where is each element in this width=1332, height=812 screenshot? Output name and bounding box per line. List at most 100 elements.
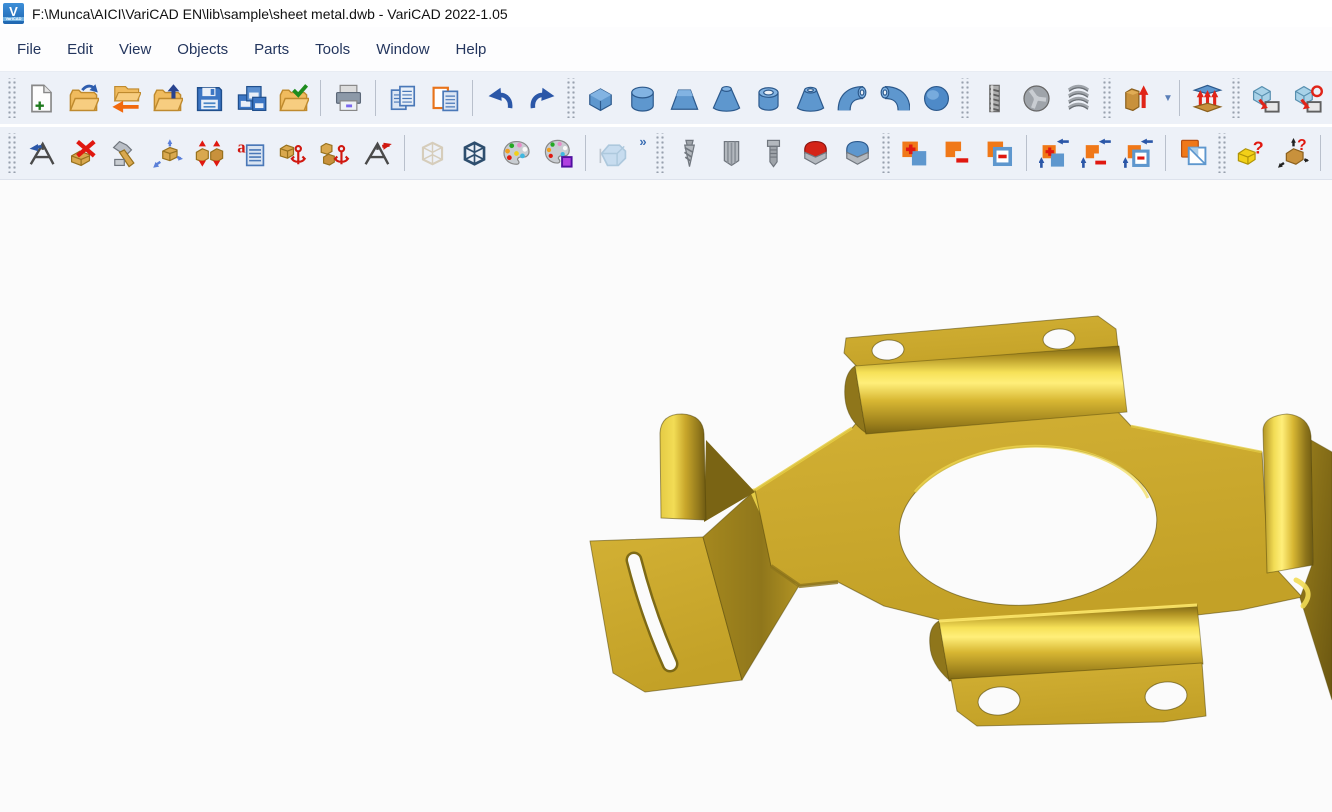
toolbar-drag-handle[interactable]: [880, 133, 890, 173]
viewport-3d[interactable]: [0, 180, 1332, 812]
undo-icon[interactable]: [482, 77, 518, 119]
menu-item-window[interactable]: Window: [363, 35, 442, 64]
spring-solid-icon[interactable]: [1060, 77, 1096, 119]
bool-union-move-icon[interactable]: [1036, 132, 1072, 174]
menu-item-parts[interactable]: Parts: [241, 35, 302, 64]
elbow-solid-icon[interactable]: [834, 77, 870, 119]
solid-to-view-edit-icon[interactable]: [1289, 77, 1325, 119]
bool-cut-inner-icon[interactable]: [981, 132, 1017, 174]
insert-solid-icon[interactable]: [23, 132, 59, 174]
toolbar-drag-handle[interactable]: [1230, 78, 1240, 118]
mill-icon[interactable]: [713, 132, 749, 174]
redo-icon[interactable]: [524, 77, 560, 119]
palette-icon[interactable]: [498, 132, 534, 174]
bool-cut-inner-move-icon[interactable]: [1120, 132, 1156, 174]
prism-solid-icon[interactable]: [666, 77, 702, 119]
svg-text:?: ?: [1297, 138, 1306, 154]
paste-icon[interactable]: [427, 77, 463, 119]
toolbar-drag-handle[interactable]: [6, 133, 16, 173]
toolbar-separator: [320, 80, 321, 116]
anchor-group-icon[interactable]: [317, 132, 353, 174]
pipe-bend-solid-icon[interactable]: [876, 77, 912, 119]
title-bar: VVariCAD F:\Munca\AICI\VariCAD EN\lib\sa…: [0, 0, 1332, 27]
menu-item-view[interactable]: View: [106, 35, 164, 64]
save-ok-icon[interactable]: [275, 77, 311, 119]
toolbar-drag-handle[interactable]: [1101, 78, 1111, 118]
part-right-arm: [1263, 414, 1332, 700]
bool-cut-move-icon[interactable]: [1078, 132, 1114, 174]
measure-solid-icon[interactable]: ?: [1275, 132, 1311, 174]
print-icon[interactable]: [330, 77, 366, 119]
edit-solid-icon[interactable]: [107, 132, 143, 174]
thread-solid-icon[interactable]: [976, 77, 1012, 119]
toolbar-drag-handle[interactable]: [565, 78, 575, 118]
tube-solid-icon[interactable]: [750, 77, 786, 119]
anchor-solid-icon[interactable]: [275, 132, 311, 174]
toolbar-overflow-chevron[interactable]: »: [634, 132, 652, 174]
menu-item-objects[interactable]: Objects: [164, 35, 241, 64]
part-central-plate: [755, 412, 1302, 620]
menu-item-tools[interactable]: Tools: [302, 35, 363, 64]
toolbar-separator: [375, 80, 376, 116]
sheet-metal-part: [0, 180, 1332, 812]
import-file-icon[interactable]: [149, 77, 185, 119]
palette-pick-icon[interactable]: [540, 132, 576, 174]
wire-box-dark-icon[interactable]: [456, 132, 492, 174]
cone-solid-icon[interactable]: [708, 77, 744, 119]
menu-item-file[interactable]: File: [4, 35, 54, 64]
toolbar-separator: [472, 80, 473, 116]
window-title: F:\Munca\AICI\VariCAD EN\lib\sample\shee…: [32, 6, 508, 22]
toolbar-drag-handle[interactable]: [959, 78, 969, 118]
solid-to-view-icon[interactable]: [1247, 77, 1283, 119]
extrude-dropdown-arrow[interactable]: ▼: [1157, 77, 1173, 119]
bolt-icon[interactable]: [755, 132, 791, 174]
revert-file-icon[interactable]: [107, 77, 143, 119]
reorder-solids-icon[interactable]: [191, 132, 227, 174]
toolbar-separator: [1026, 135, 1027, 171]
remove-solid-icon[interactable]: [359, 132, 395, 174]
drill-icon[interactable]: [671, 132, 707, 174]
delete-solid-icon[interactable]: [65, 132, 101, 174]
hollow-cone-solid-icon[interactable]: [792, 77, 828, 119]
toolbar-drag-handle[interactable]: [1216, 133, 1226, 173]
attributes-icon[interactable]: a: [233, 132, 269, 174]
save-all-icon[interactable]: [233, 77, 269, 119]
move-solid-icon[interactable]: [149, 132, 185, 174]
cylinder-solid-icon[interactable]: [624, 77, 660, 119]
toolbar-separator: [585, 135, 586, 171]
new-file-icon[interactable]: [23, 77, 59, 119]
svg-text:?: ?: [1252, 138, 1263, 158]
toolbar-separator: [1320, 135, 1321, 171]
copy-icon[interactable]: [385, 77, 421, 119]
bend-red-icon[interactable]: [797, 132, 833, 174]
toolbar-drag-handle[interactable]: [654, 133, 664, 173]
toolbar-separator: [404, 135, 405, 171]
toolbar-area: ▼ a »??: [0, 72, 1332, 180]
box-solid-icon[interactable]: [582, 77, 618, 119]
toolbar-separator: [1179, 80, 1180, 116]
toolbar-row-solids: a »??: [0, 127, 1332, 180]
shaded-view-icon[interactable]: [595, 132, 631, 174]
menu-bar: FileEditViewObjectsPartsToolsWindowHelp: [0, 27, 1332, 72]
toolbar-drag-handle[interactable]: [6, 78, 16, 118]
extrude-solid-icon[interactable]: [1118, 77, 1154, 119]
menu-item-help[interactable]: Help: [443, 35, 500, 64]
identify-solid-icon[interactable]: ?: [1233, 132, 1269, 174]
part-bottom-flange: [930, 605, 1206, 726]
open-file-icon[interactable]: [65, 77, 101, 119]
bool-cut-icon[interactable]: [939, 132, 975, 174]
bend-blue-icon[interactable]: [839, 132, 875, 174]
toolbar-row-main: ▼: [0, 72, 1332, 127]
bool-union-icon[interactable]: [897, 132, 933, 174]
save-icon[interactable]: [191, 77, 227, 119]
wire-box-light-icon[interactable]: [414, 132, 450, 174]
varicad-logo-icon[interactable]: VVariCAD: [3, 3, 24, 24]
svg-text:a: a: [237, 138, 246, 156]
toolbar-separator: [1165, 135, 1166, 171]
varicad-window: { "window": { "title": "F:\\Munca\\AICI\…: [0, 0, 1332, 810]
menu-item-edit[interactable]: Edit: [54, 35, 106, 64]
sphere-solid-icon[interactable]: [918, 77, 954, 119]
lift-solid-icon[interactable]: [1189, 77, 1225, 119]
bool-intersect-icon[interactable]: [1175, 132, 1211, 174]
blade-wheel-solid-icon[interactable]: [1018, 77, 1054, 119]
